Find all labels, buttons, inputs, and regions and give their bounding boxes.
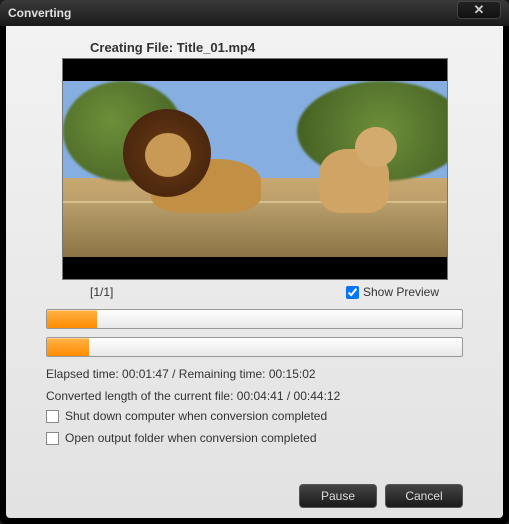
time-sep: /	[172, 367, 175, 381]
overall-progress-bar	[46, 309, 463, 329]
open-folder-label: Open output folder when conversion compl…	[65, 431, 317, 445]
time-info-line: Elapsed time: 00:01:47 / Remaining time:…	[46, 367, 463, 381]
window-title: Converting	[8, 6, 71, 20]
creating-file-label: Creating File: Title_01.mp4	[90, 40, 479, 55]
preview-frame	[63, 81, 447, 257]
shutdown-option[interactable]: Shut down computer when conversion compl…	[46, 409, 463, 423]
dialog-body: Creating File: Title_01.mp4 [1/1] Show P…	[6, 26, 503, 518]
elapsed-label: Elapsed time:	[46, 367, 119, 381]
overall-progress-fill	[47, 310, 97, 328]
close-icon: ✕	[474, 2, 485, 18]
file-length-label: Converted length of the current file:	[46, 389, 233, 403]
remaining-value: 00:15:02	[269, 367, 316, 381]
converting-dialog: Converting ✕ Creating File: Title_01.mp4…	[0, 0, 509, 524]
file-length-line: Converted length of the current file: 00…	[46, 389, 463, 403]
file-sep: /	[287, 389, 290, 403]
creating-filename: Title_01.mp4	[177, 40, 256, 55]
file-progress-fill	[47, 338, 89, 356]
preview-footer-row: [1/1] Show Preview	[90, 285, 439, 299]
cancel-button[interactable]: Cancel	[385, 484, 463, 508]
creating-prefix: Creating File:	[90, 40, 173, 55]
file-total-value: 00:44:12	[294, 389, 341, 403]
show-preview-label: Show Preview	[363, 285, 439, 299]
open-folder-option[interactable]: Open output folder when conversion compl…	[46, 431, 463, 445]
button-row: Pause Cancel	[30, 478, 479, 508]
preview-area	[63, 59, 447, 279]
file-counter: [1/1]	[90, 285, 113, 299]
titlebar: Converting ✕	[0, 0, 509, 26]
file-converted-value: 00:04:41	[237, 389, 284, 403]
open-folder-checkbox[interactable]	[46, 432, 59, 445]
pause-button[interactable]: Pause	[299, 484, 377, 508]
shutdown-checkbox[interactable]	[46, 410, 59, 423]
show-preview-option[interactable]: Show Preview	[346, 285, 439, 299]
file-progress-bar	[46, 337, 463, 357]
show-preview-checkbox[interactable]	[346, 286, 359, 299]
close-button[interactable]: ✕	[457, 1, 501, 19]
elapsed-value: 00:01:47	[122, 367, 169, 381]
shutdown-label: Shut down computer when conversion compl…	[65, 409, 327, 423]
remaining-label: Remaining time:	[179, 367, 266, 381]
